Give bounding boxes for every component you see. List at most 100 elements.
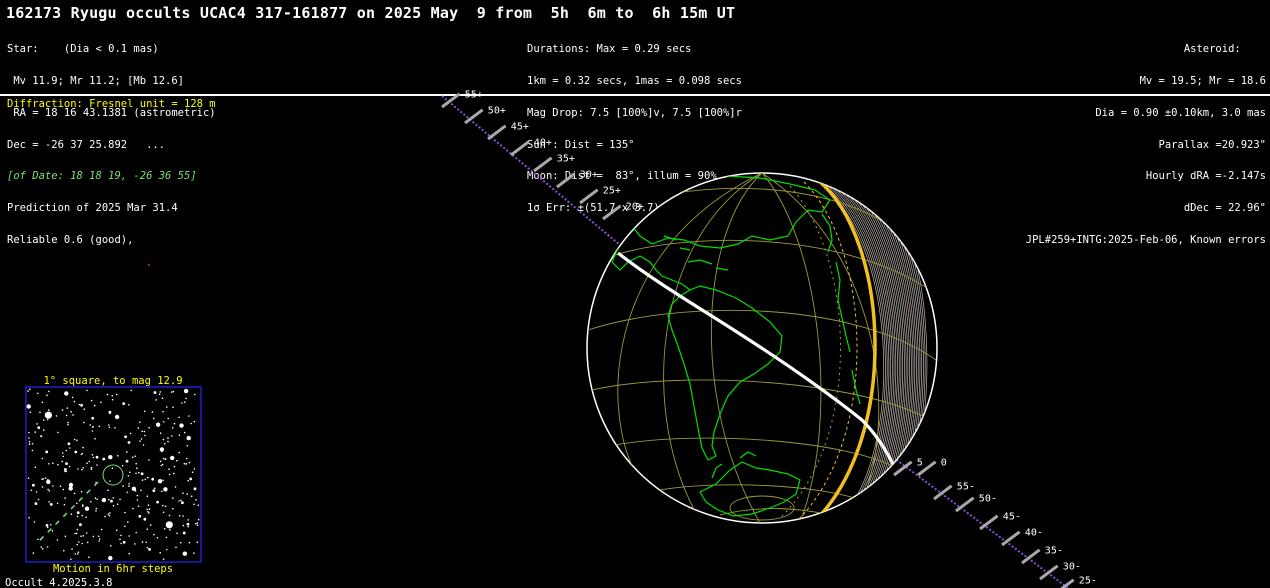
- field-star: [119, 538, 121, 541]
- field-star: [178, 451, 180, 454]
- track-label-lower: 40-: [1025, 527, 1043, 538]
- field-star: [51, 530, 54, 532]
- field-star: [116, 503, 119, 506]
- field-star: [159, 460, 162, 463]
- field-star: [182, 551, 187, 556]
- field-star: [191, 471, 194, 474]
- field-star: [94, 497, 97, 499]
- field-star: [65, 470, 67, 473]
- field-star: [136, 467, 138, 470]
- field-star: [81, 468, 83, 471]
- field-star: [96, 464, 98, 466]
- field-star: [41, 457, 44, 460]
- field-star: [86, 389, 88, 392]
- field-star: [124, 511, 126, 514]
- field-star: [182, 515, 184, 517]
- field-star: [186, 435, 191, 441]
- field-star: [112, 504, 115, 507]
- field-star: [126, 451, 128, 453]
- field-star: [86, 541, 89, 544]
- field-star: [178, 500, 180, 502]
- field-star: [183, 462, 186, 465]
- field-star: [74, 532, 76, 535]
- field-star: [165, 536, 168, 539]
- field-star: [39, 411, 41, 414]
- red-dot: [148, 264, 150, 266]
- track-tick-upper: [602, 204, 622, 221]
- field-star: [70, 513, 73, 515]
- field-star: [45, 524, 49, 527]
- field-star: [94, 437, 96, 440]
- field-star: [167, 417, 169, 420]
- field-star: [119, 498, 121, 501]
- finder-chart-title: 1° square, to mag 12.9: [43, 375, 182, 387]
- field-star: [128, 535, 130, 537]
- field-star: [120, 534, 122, 537]
- field-star: [100, 528, 103, 531]
- field-star: [32, 552, 35, 554]
- field-star: [152, 489, 156, 492]
- field-star: [48, 463, 50, 465]
- field-star: [116, 529, 118, 531]
- field-star: [145, 541, 147, 544]
- field-star: [31, 449, 34, 452]
- field-star: [187, 479, 189, 482]
- field-star: [82, 535, 85, 537]
- field-star: [130, 389, 132, 392]
- field-star: [183, 431, 186, 434]
- field-star: [153, 417, 155, 420]
- field-star: [28, 440, 31, 443]
- track-tick-lower: [1060, 578, 1075, 588]
- field-star: [195, 522, 197, 525]
- field-star: [108, 424, 110, 426]
- field-star: [140, 438, 143, 440]
- field-star: [110, 544, 112, 547]
- field-star: [59, 485, 62, 488]
- field-star: [98, 540, 100, 542]
- track-label-lower: 55-: [957, 481, 975, 492]
- field-star: [69, 447, 71, 449]
- field-star: [73, 438, 76, 441]
- field-star: [88, 556, 90, 558]
- field-star: [32, 483, 35, 487]
- finder-chart-caption: Motion in 6hr steps: [53, 563, 173, 575]
- field-star: [70, 558, 72, 561]
- field-star: [147, 504, 150, 506]
- field-star: [151, 411, 154, 413]
- field-star: [181, 402, 183, 404]
- field-star: [189, 477, 193, 481]
- field-star: [188, 541, 191, 544]
- field-star: [41, 486, 44, 488]
- field-star: [128, 404, 130, 406]
- field-star: [146, 528, 148, 530]
- field-star: [197, 518, 200, 521]
- field-star: [84, 506, 90, 511]
- field-star: [70, 410, 72, 413]
- track-tick-upper: [533, 156, 553, 173]
- field-star: [171, 427, 174, 429]
- field-star: [117, 455, 119, 457]
- field-star: [146, 508, 148, 511]
- field-star: [65, 449, 67, 452]
- field-star: [176, 532, 178, 535]
- field-star: [73, 400, 76, 403]
- field-star: [163, 421, 165, 423]
- field-star: [41, 547, 44, 550]
- field-star: [62, 455, 64, 458]
- field-star: [182, 524, 185, 527]
- field-star: [83, 408, 86, 411]
- field-star: [48, 490, 51, 492]
- field-star: [48, 501, 50, 503]
- field-star: [173, 472, 175, 475]
- field-star: [62, 488, 65, 491]
- field-star: [36, 423, 38, 425]
- field-star: [111, 395, 113, 397]
- field-star: [85, 532, 88, 534]
- field-star: [50, 524, 52, 526]
- field-star: [144, 478, 147, 481]
- field-star: [63, 549, 65, 552]
- software-version: Occult 4.2025.3.8: [5, 577, 112, 588]
- field-star: [127, 441, 131, 444]
- field-star: [154, 487, 156, 490]
- field-star: [193, 468, 196, 470]
